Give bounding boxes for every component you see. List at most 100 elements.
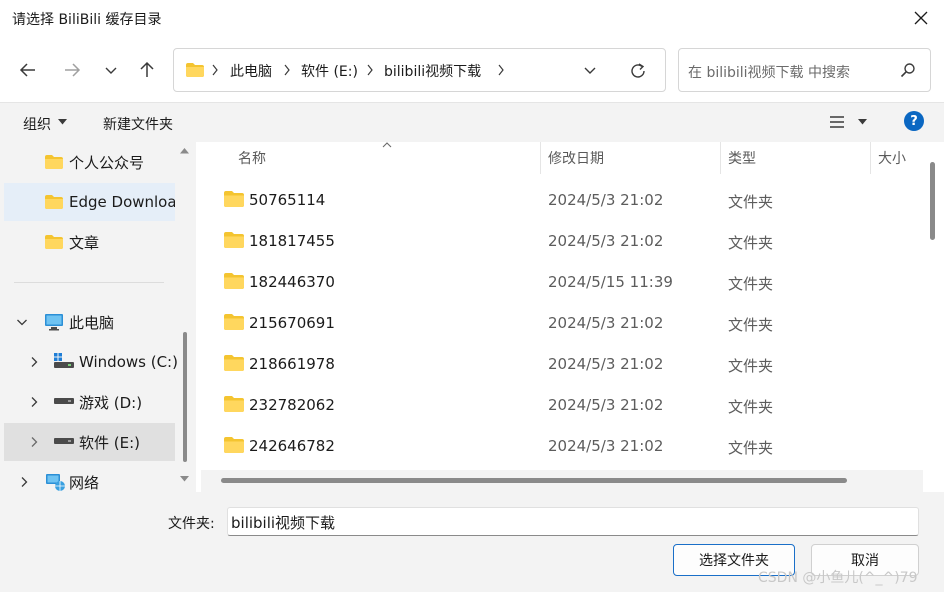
folder-icon (224, 355, 244, 371)
help-button[interactable]: ? (904, 111, 924, 131)
folder-icon (224, 437, 244, 453)
chevron-right-icon[interactable] (18, 476, 30, 488)
arrow-up-icon (140, 61, 154, 77)
folder-icon (224, 191, 244, 207)
breadcrumb-current-folder[interactable]: bilibili视频下载 (384, 61, 481, 81)
file-modified-date: 2024/5/3 21:02 (548, 437, 664, 455)
chevron-right-icon[interactable] (28, 356, 40, 368)
nav-item-drive-e[interactable]: 软件 (E:) (4, 423, 175, 461)
folder-icon (45, 235, 63, 249)
folder-icon (45, 195, 63, 209)
column-divider[interactable] (720, 142, 721, 174)
arrow-right-icon (65, 63, 81, 77)
column-header-type[interactable]: 类型 (728, 142, 756, 174)
organize-menu[interactable]: 组织 (23, 114, 51, 134)
file-modified-date: 2024/5/15 11:39 (548, 273, 673, 291)
file-row[interactable]: 232782062 2024/5/3 21:02 文件夹 (196, 385, 922, 426)
scroll-up-icon[interactable] (180, 148, 189, 154)
title-bar: 请选择 BiliBili 缓存目录 (0, 0, 944, 36)
file-row[interactable]: 242646782 2024/5/3 21:02 文件夹 (196, 426, 922, 467)
forward-button[interactable] (57, 55, 87, 85)
caret-down-icon (58, 119, 67, 125)
up-button[interactable] (132, 55, 162, 85)
folder-icon (186, 63, 204, 77)
view-options-icon[interactable] (829, 115, 845, 129)
new-folder-button[interactable]: 新建文件夹 (103, 114, 173, 134)
chevron-down-icon (584, 67, 596, 74)
file-type: 文件夹 (728, 398, 774, 416)
file-name: 181817455 (249, 232, 335, 250)
drive-icon (54, 398, 74, 404)
breadcrumb-drive-e[interactable]: 软件 (E:) (301, 61, 358, 81)
chevron-right-icon[interactable] (28, 396, 40, 408)
column-header-name[interactable]: 名称 (238, 142, 266, 174)
navigation-row: 此电脑 软件 (E:) bilibili视频下载 在 bilibili视频下载 … (0, 36, 944, 102)
drive-icon (54, 438, 74, 444)
file-type: 文件夹 (728, 357, 774, 375)
breadcrumb-separator-icon (496, 63, 506, 77)
file-list: 名称 修改日期 类型 大小 50765114 2024/5/3 21:02 文件夹 1… (196, 142, 944, 492)
breadcrumb-this-pc[interactable]: 此电脑 (230, 61, 272, 81)
nav-item-drive-d[interactable]: 游戏 (D:) (4, 383, 175, 421)
address-history-button[interactable] (582, 62, 598, 82)
arrow-left-icon (19, 63, 35, 77)
nav-item-drive-c[interactable]: Windows (C:) (4, 343, 178, 381)
nav-item-label: 网络 (69, 473, 100, 492)
back-button[interactable] (13, 55, 43, 85)
nav-item-label: Edge Downloa (69, 193, 175, 211)
column-header-date[interactable]: 修改日期 (548, 142, 604, 174)
nav-item-label: 个人公众号 (69, 153, 145, 172)
recent-locations-button[interactable] (96, 55, 126, 85)
file-type: 文件夹 (728, 234, 774, 252)
file-modified-date: 2024/5/3 21:02 (548, 355, 664, 373)
nav-item-edge-downloads[interactable]: Edge Downloa (4, 183, 175, 221)
scroll-down-icon[interactable] (180, 476, 189, 482)
column-header-size[interactable]: 大小 (878, 142, 906, 174)
search-input[interactable]: 在 bilibili视频下载 中搜索 (688, 62, 850, 82)
column-divider[interactable] (540, 142, 541, 174)
nav-scrollbar-thumb[interactable] (183, 332, 187, 462)
address-bar[interactable]: 此电脑 软件 (E:) bilibili视频下载 (173, 48, 666, 92)
folder-name-input[interactable]: bilibili视频下载 (227, 507, 919, 536)
nav-item-personal-account[interactable]: 个人公众号 (4, 143, 175, 181)
dialog-footer: 文件夹: bilibili视频下载 选择文件夹 取消 CSDN @小鱼儿(^_^… (0, 492, 944, 592)
file-name: 215670691 (249, 314, 335, 332)
search-button[interactable] (900, 62, 916, 82)
nav-item-network[interactable]: 网络 (4, 463, 175, 492)
chevron-down-icon[interactable] (16, 316, 28, 328)
folder-icon (224, 396, 244, 412)
search-box[interactable]: 在 bilibili视频下载 中搜索 (678, 48, 931, 92)
file-type: 文件夹 (728, 193, 774, 211)
command-bar: 组织 新建文件夹 (0, 102, 944, 142)
file-row[interactable]: 215670691 2024/5/3 21:02 文件夹 (196, 303, 922, 344)
nav-item-label: 软件 (E:) (79, 433, 141, 452)
file-name: 242646782 (249, 437, 335, 455)
file-name: 232782062 (249, 396, 335, 414)
refresh-button[interactable] (629, 62, 647, 84)
close-button[interactable] (898, 0, 944, 36)
file-row[interactable]: 181817455 2024/5/3 21:02 文件夹 (196, 221, 922, 262)
horizontal-scrollbar-thumb[interactable] (221, 478, 847, 483)
file-row[interactable]: 218661978 2024/5/3 21:02 文件夹 (196, 344, 922, 385)
file-name: 218661978 (249, 355, 335, 373)
file-modified-date: 2024/5/3 21:02 (548, 232, 664, 250)
caret-down-icon[interactable] (858, 119, 867, 125)
file-row[interactable]: 182446370 2024/5/15 11:39 文件夹 (196, 262, 922, 303)
nav-item-articles[interactable]: 文章 (4, 223, 175, 261)
refresh-icon (631, 63, 645, 78)
nav-item-label: 文章 (69, 233, 100, 252)
vertical-scrollbar-thumb[interactable] (930, 162, 935, 240)
chevron-down-icon (105, 67, 117, 74)
file-row[interactable]: 50765114 2024/5/3 21:02 文件夹 (196, 180, 922, 221)
nav-divider (14, 282, 164, 283)
nav-item-this-pc[interactable]: 此电脑 (4, 303, 175, 341)
chevron-right-icon[interactable] (28, 436, 40, 448)
help-icon: ? (910, 113, 918, 129)
file-modified-date: 2024/5/3 21:02 (548, 314, 664, 332)
windows-drive-icon (54, 353, 74, 368)
breadcrumb-separator-icon (282, 63, 292, 77)
folder-icon (45, 155, 63, 169)
column-divider[interactable] (870, 142, 871, 174)
file-type: 文件夹 (728, 439, 774, 457)
folder-field-label: 文件夹: (168, 516, 215, 532)
